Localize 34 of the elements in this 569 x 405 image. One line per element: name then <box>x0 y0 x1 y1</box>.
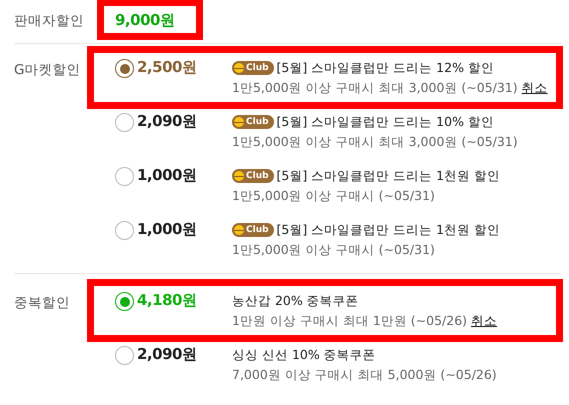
radio-button[interactable] <box>115 221 134 240</box>
coupon-condition: 1만5,000원 이상 구매시 최대 3,000원 (~05/31) <box>232 134 518 149</box>
discount-amount: 2,090원 <box>137 112 196 131</box>
discount-amount: 1,000원 <box>137 220 196 239</box>
coupon-condition: 1만5,000원 이상 구매시 최대 3,000원 (~05/31) <box>232 80 518 95</box>
coupon-title: 농산갑 20% 중복쿠폰 <box>232 292 359 310</box>
discount-amount: 2,090원 <box>137 345 196 364</box>
radio-button[interactable] <box>115 292 134 311</box>
discount-amount: 4,180원 <box>137 291 196 310</box>
club-badge: Club <box>232 169 274 183</box>
coupon-condition: 7,000원 이상 구매시 최대 5,000원 (~05/26) <box>232 367 497 382</box>
club-badge: Club <box>232 223 274 237</box>
radio-button[interactable] <box>115 113 134 132</box>
coupon-title: [5월] 스마일클럽만 드리는 12% 할인 <box>276 59 494 77</box>
radio-button[interactable] <box>115 346 134 365</box>
club-badge: Club <box>232 61 274 75</box>
coupon-condition: 1만원 이상 구매시 최대 1만원 (~05/26) <box>232 313 468 328</box>
coupon-condition: 1만5,000원 이상 구매시 (~05/31) <box>232 242 435 257</box>
cancel-link[interactable]: 취소 <box>522 80 548 95</box>
section-label: 판매자할인 <box>14 12 85 30</box>
coupon-title: [5월] 스마일클럽만 드리는 1천원 할인 <box>276 167 500 185</box>
radio-button[interactable] <box>115 167 134 186</box>
cancel-link[interactable]: 취소 <box>471 313 498 328</box>
coupon-title: [5월] 스마일클럽만 드리는 10% 할인 <box>276 113 494 131</box>
discount-amount: 1,000원 <box>137 166 196 185</box>
radio-button[interactable] <box>115 59 134 78</box>
section-label: G마켓할인 <box>14 61 82 80</box>
section-label: 중복할인 <box>14 294 71 313</box>
coupon-title: 싱싱 신선 10% 중복쿠폰 <box>232 346 376 364</box>
coupon-title: [5월] 스마일클럽만 드리는 1천원 할인 <box>276 221 500 239</box>
discount-amount: 2,500원 <box>137 58 196 77</box>
coupon-condition: 1만5,000원 이상 구매시 (~05/31) <box>232 188 435 203</box>
discount-amount: 9,000원 <box>115 11 174 30</box>
club-badge: Club <box>232 115 274 129</box>
